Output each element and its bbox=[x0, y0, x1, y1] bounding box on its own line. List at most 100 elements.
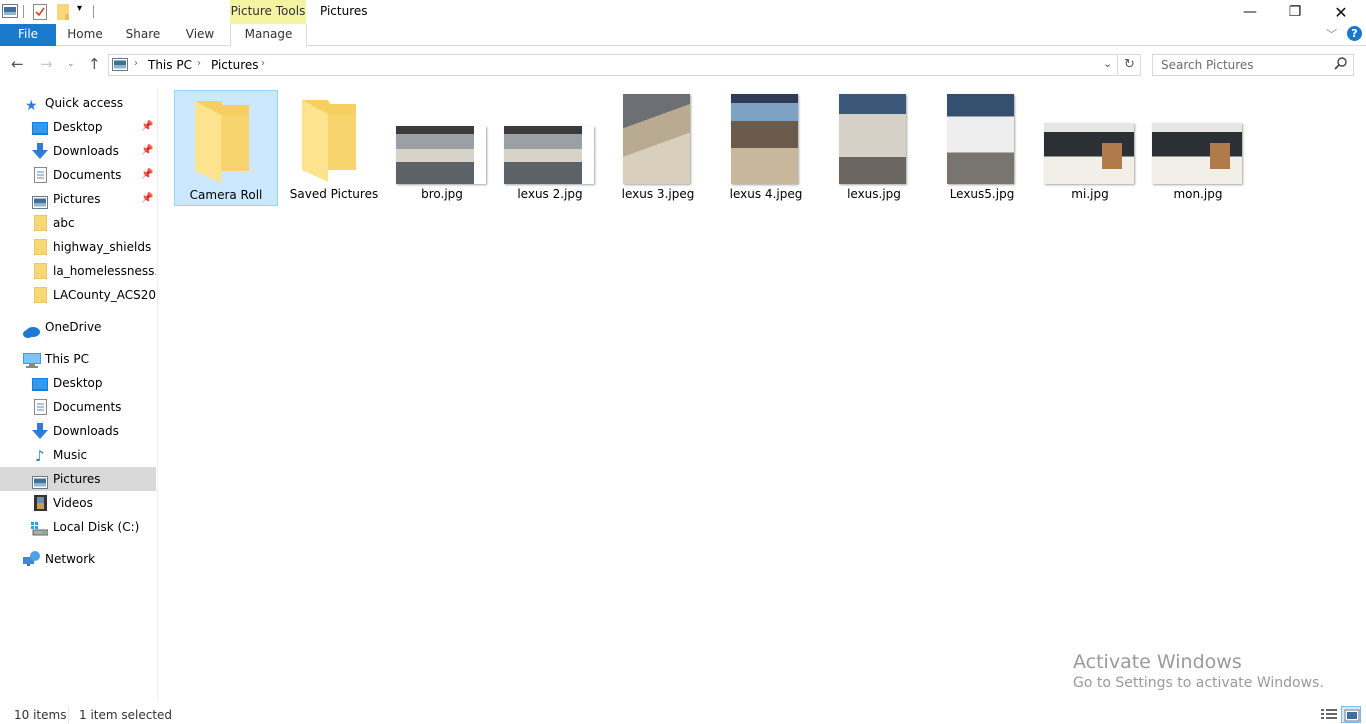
watermark-title: Activate Windows bbox=[1073, 651, 1242, 673]
onedrive-icon bbox=[23, 322, 41, 339]
nav-onedrive[interactable]: OneDrive bbox=[0, 315, 156, 339]
nav-pc-desktop[interactable]: Desktop bbox=[0, 371, 156, 395]
file-item-camera-roll[interactable]: Camera Roll bbox=[174, 90, 278, 206]
nav-pc-local-disk[interactable]: Local Disk (C:) bbox=[0, 515, 156, 539]
recent-locations-icon[interactable]: ⌄ bbox=[67, 59, 75, 69]
music-icon: ♪ bbox=[35, 447, 45, 465]
nav-pc-documents[interactable]: Documents bbox=[0, 395, 156, 419]
forward-button[interactable]: → bbox=[40, 55, 53, 73]
selection-count: 1 item selected bbox=[79, 708, 173, 722]
large-icons-view-button[interactable] bbox=[1341, 706, 1361, 723]
nav-label: highway_shields bbox=[53, 240, 152, 254]
watermark-subtitle: Go to Settings to activate Windows. bbox=[1073, 675, 1324, 691]
navigation-pane[interactable]: ★ Quick access Desktop 📌 Downloads 📌 Doc… bbox=[0, 88, 158, 700]
address-bar[interactable]: › This PC › Pictures › ⌄ bbox=[108, 54, 1118, 76]
nav-qa-lacounty[interactable]: LACounty_ACS2016 bbox=[0, 283, 156, 307]
file-name: Saved Pictures bbox=[289, 187, 379, 201]
videos-icon bbox=[34, 495, 47, 515]
nav-pc-downloads[interactable]: Downloads bbox=[0, 419, 156, 443]
tab-manage[interactable]: Manage bbox=[230, 24, 307, 47]
file-item-lexus-4[interactable]: lexus 4.jpeg bbox=[714, 90, 818, 206]
tab-file[interactable]: File bbox=[0, 24, 56, 46]
address-history-dropdown[interactable]: ⌄ bbox=[1103, 57, 1112, 70]
image-thumbnail bbox=[731, 94, 798, 184]
refresh-button[interactable]: ↻ bbox=[1119, 54, 1141, 76]
file-item-lexus[interactable]: lexus.jpg bbox=[822, 90, 926, 206]
nav-qa-desktop[interactable]: Desktop 📌 bbox=[0, 115, 156, 139]
pin-icon[interactable]: 📌 bbox=[141, 115, 153, 139]
image-thumbnail bbox=[623, 94, 690, 184]
file-item-bro[interactable]: bro.jpg bbox=[390, 90, 494, 206]
title-bar: ▾ Picture Tools Pictures — ❐ ✕ bbox=[0, 0, 1366, 24]
nav-label: Desktop bbox=[53, 120, 103, 134]
breadcrumb-separator[interactable]: › bbox=[261, 58, 265, 69]
nav-quick-access[interactable]: ★ Quick access bbox=[0, 91, 156, 115]
file-item-lexus-3[interactable]: lexus 3.jpeg bbox=[606, 90, 710, 206]
pin-icon[interactable]: 📌 bbox=[141, 139, 153, 163]
qat-divider bbox=[23, 5, 24, 18]
file-name: Camera Roll bbox=[189, 188, 263, 202]
folder-icon bbox=[33, 214, 48, 235]
nav-pc-music[interactable]: ♪ Music bbox=[0, 443, 156, 467]
file-name: lexus 4.jpeg bbox=[729, 187, 803, 201]
pictures-icon bbox=[32, 473, 48, 491]
nav-label: Downloads bbox=[53, 424, 119, 438]
minimize-button[interactable]: — bbox=[1227, 0, 1273, 24]
nav-network[interactable]: Network bbox=[0, 547, 156, 571]
nav-label: LACounty_ACS2016 bbox=[53, 288, 156, 302]
new-folder-icon[interactable] bbox=[57, 4, 71, 23]
help-icon[interactable]: ? bbox=[1347, 26, 1362, 41]
file-item-mon[interactable]: mon.jpg bbox=[1146, 90, 1250, 206]
file-item-lexus5[interactable]: Lexus5.jpg bbox=[930, 90, 1034, 206]
pin-icon[interactable]: 📌 bbox=[141, 163, 153, 187]
nav-qa-documents[interactable]: Documents 📌 bbox=[0, 163, 156, 187]
tab-home[interactable]: Home bbox=[60, 24, 110, 46]
nav-this-pc[interactable]: This PC bbox=[0, 347, 156, 371]
close-button[interactable]: ✕ bbox=[1318, 0, 1364, 24]
file-item-lexus-2[interactable]: lexus 2.jpg bbox=[498, 90, 602, 206]
downloads-icon bbox=[32, 423, 48, 443]
collapse-ribbon-icon[interactable]: ﹀ bbox=[1326, 26, 1337, 42]
nav-label: Network bbox=[45, 552, 96, 566]
desktop-icon bbox=[32, 376, 48, 395]
up-button[interactable]: ↑ bbox=[88, 55, 101, 73]
breadcrumb-this-pc[interactable]: This PC bbox=[148, 58, 192, 72]
status-bar: 10 items 1 item selected bbox=[0, 706, 1366, 723]
tab-view[interactable]: View bbox=[176, 24, 224, 46]
ribbon-tabs: File Home Share View Manage ﹀ ? bbox=[0, 24, 1366, 47]
image-thumbnail bbox=[504, 126, 594, 184]
nav-qa-highway-shields[interactable]: highway_shields bbox=[0, 235, 156, 259]
image-thumbnail bbox=[1152, 123, 1242, 184]
qat-divider bbox=[93, 5, 94, 18]
folder-icon bbox=[33, 286, 48, 307]
nav-qa-la-homelessness[interactable]: la_homelessness.gp bbox=[0, 259, 156, 283]
nav-qa-downloads[interactable]: Downloads 📌 bbox=[0, 139, 156, 163]
file-item-saved-pictures[interactable]: Saved Pictures bbox=[282, 90, 386, 206]
nav-pc-pictures[interactable]: Pictures bbox=[0, 467, 156, 491]
pictures-app-icon[interactable] bbox=[2, 4, 18, 21]
tab-share[interactable]: Share bbox=[118, 24, 168, 46]
nav-pc-videos[interactable]: Videos bbox=[0, 491, 156, 515]
properties-icon[interactable] bbox=[33, 4, 47, 23]
breadcrumb-pictures[interactable]: Pictures bbox=[211, 58, 259, 72]
pictures-icon bbox=[32, 193, 48, 211]
search-input[interactable]: Search Pictures bbox=[1152, 54, 1354, 76]
folder-icon bbox=[302, 100, 360, 185]
back-button[interactable]: ← bbox=[11, 55, 24, 73]
customize-qat-icon[interactable]: ▾ bbox=[77, 3, 82, 14]
desktop-icon bbox=[32, 120, 48, 139]
breadcrumb-separator[interactable]: › bbox=[134, 58, 138, 69]
file-item-mi[interactable]: mi.jpg bbox=[1038, 90, 1142, 206]
details-view-button[interactable] bbox=[1321, 708, 1337, 724]
breadcrumb-separator[interactable]: › bbox=[197, 58, 201, 69]
window-title: Pictures bbox=[320, 4, 368, 18]
nav-label: Videos bbox=[53, 496, 93, 510]
nav-qa-abc[interactable]: abc bbox=[0, 211, 156, 235]
pictures-location-icon bbox=[112, 58, 128, 74]
maximize-button[interactable]: ❐ bbox=[1272, 0, 1318, 24]
pin-icon[interactable]: 📌 bbox=[141, 187, 153, 211]
folder-icon bbox=[33, 262, 48, 283]
status-divider bbox=[68, 706, 69, 723]
nav-label: Pictures bbox=[53, 472, 101, 486]
nav-qa-pictures[interactable]: Pictures 📌 bbox=[0, 187, 156, 211]
